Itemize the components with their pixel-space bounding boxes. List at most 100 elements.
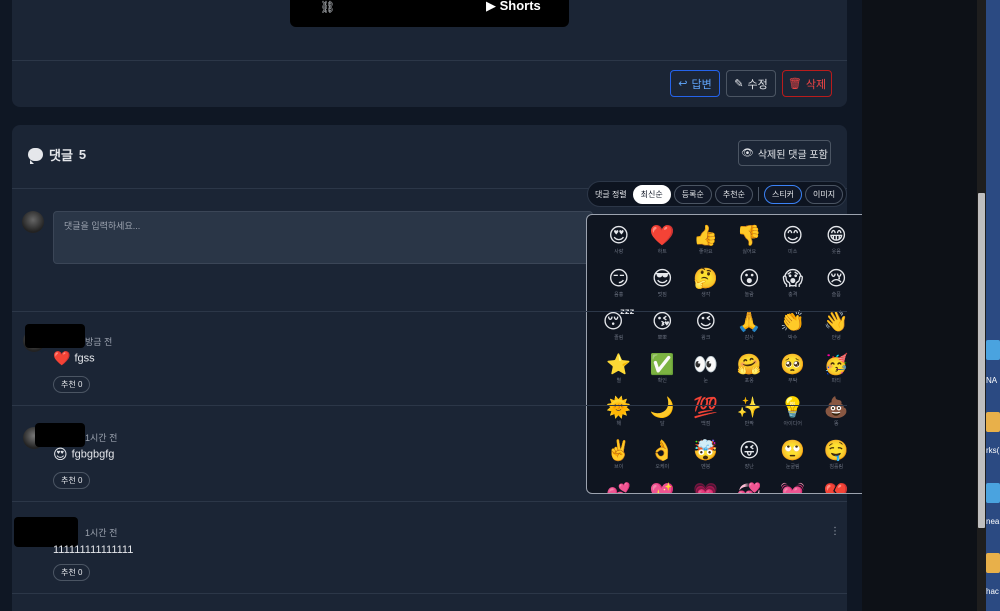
eye-icon: 👁 (741, 147, 754, 159)
reply-button[interactable]: ↩ 답변 (670, 70, 720, 97)
sticker-item[interactable]: 💖 (641, 481, 685, 493)
sticker-item[interactable]: 😍 사랑 (597, 223, 641, 266)
sticker-name: 눈굴림 (785, 464, 800, 470)
sticker-item[interactable]: 👌 오케이 (641, 438, 685, 481)
sticker-item[interactable]: 😮 놀람 (728, 266, 772, 309)
edit-button[interactable]: ✎ 수정 (726, 70, 776, 97)
sticker-item[interactable]: 😁 웃음 (815, 223, 859, 266)
sticker-item[interactable]: 💯 백점 (684, 395, 728, 438)
delete-button[interactable]: 🗑 삭제 (782, 70, 832, 97)
sticker-item[interactable]: 😘 뽀뽀 (641, 309, 685, 352)
shorts-badge: ▶ Shorts (486, 0, 541, 13)
sticker-item[interactable]: 🙏 감사 (728, 309, 772, 352)
desktop-icon[interactable] (986, 340, 1000, 360)
sticker-item[interactable]: ✌️ 브이 (597, 438, 641, 481)
sticker-emoji: 💯 (693, 395, 719, 419)
desktop-icon-label: NA (986, 376, 998, 385)
sticker-name: 장난 (744, 464, 754, 470)
desktop-icon-label: hac (986, 587, 999, 596)
sticker-item[interactable]: 😉 윙크 (684, 309, 728, 352)
sticker-toggle[interactable]: 스티커 (763, 184, 803, 204)
comments-count: 5 (78, 147, 87, 162)
sticker-emoji: 👍 (693, 223, 719, 247)
sticker-item[interactable]: 🌙 달 (641, 395, 685, 438)
sticker-name: 파티 (831, 378, 841, 384)
sticker-item[interactable]: ⭐ 별 (597, 352, 641, 395)
sticker-name: 안녕 (831, 335, 841, 341)
sticker-emoji: 🤗 (736, 352, 762, 376)
window-scrollbar[interactable] (977, 0, 986, 611)
sticker-item[interactable]: 👋 안녕 (815, 309, 859, 352)
sticker-item[interactable]: 🤯 멘붕 (684, 438, 728, 481)
more-options-icon[interactable]: ⋮ (830, 526, 840, 537)
sticker-item[interactable]: ✅ 확인 (641, 352, 685, 395)
sticker-name: 아이디어 (783, 421, 802, 427)
sticker-item[interactable]: 😎 멋짐 (641, 266, 685, 309)
sticker-item[interactable]: 🙄 눈굴림 (771, 438, 815, 481)
comment-input[interactable]: 댓글을 입력하세요... (53, 211, 593, 264)
video-embed[interactable]: ⛓ ▶ Shorts (290, 0, 569, 27)
sticker-emoji: 🤔 (693, 266, 719, 290)
sticker-item[interactable]: 😜 장난 (728, 438, 772, 481)
sticker-emoji: 🤤 (823, 438, 849, 462)
sticker-name: 확인 (657, 378, 667, 384)
window-scroll-thumb[interactable] (978, 193, 985, 528)
recommend-button[interactable]: 추천 0 (53, 564, 91, 581)
sticker-item[interactable]: 🤔 생각 (684, 266, 728, 309)
sticker-item[interactable]: 💕 (597, 481, 641, 493)
sticker-item[interactable]: 💓 (771, 481, 815, 493)
recommend-button[interactable]: 추천 0 (53, 472, 91, 489)
sticker-item[interactable]: 😱 충격 (771, 266, 815, 309)
sort-recommended[interactable]: 추천순 (714, 184, 753, 204)
sticker-name: 음흉 (614, 292, 624, 298)
sticker-item[interactable]: 😊 미소 (771, 223, 815, 266)
sticker-item[interactable]: 💔 (815, 481, 859, 493)
sticker-emoji: 😜 (738, 438, 760, 462)
sticker-emoji: 😉 (695, 309, 717, 333)
sort-registered[interactable]: 등록순 (673, 184, 712, 204)
sticker-emoji: 👎 (736, 223, 762, 247)
folder-icon[interactable] (986, 553, 1000, 573)
sticker-item[interactable]: 💞 (728, 481, 772, 494)
sticker-item[interactable]: 🤗 포옹 (728, 352, 772, 395)
show-deleted-button[interactable]: 👁 삭제된 댓글 포함 (738, 140, 831, 166)
sticker-item[interactable]: 💡 아이디어 (771, 395, 815, 438)
sticker-item[interactable]: 🤤 침흘림 (815, 438, 859, 481)
sticker-item[interactable]: ❤️ 하트 (641, 223, 685, 266)
folder-icon[interactable] (986, 412, 1000, 432)
sticker-item[interactable]: 😢 슬픔 (815, 266, 859, 309)
sticker-name: 반짝 (744, 421, 754, 427)
sticker-item[interactable]: 👎 싫어요 (728, 223, 772, 266)
sticker-item[interactable]: 🌞 해 (597, 395, 641, 438)
sticker-item[interactable]: ✨ 반짝 (728, 395, 772, 438)
sticker-item[interactable]: 🥳 파티 (815, 352, 859, 395)
sticker-emoji: ⭐ (606, 352, 632, 376)
sticker-item[interactable]: 👀 눈 (684, 352, 728, 395)
sticker-item[interactable]: 😴 졸림 (597, 309, 641, 352)
sticker-emoji: 😢 (825, 266, 847, 290)
image-toggle[interactable]: 이미지 (805, 184, 844, 204)
delete-label: 삭제 (805, 78, 827, 91)
sticker-item[interactable]: 💩 똥 (815, 395, 859, 438)
recommend-button[interactable]: 추천 0 (53, 376, 91, 393)
sticker-emoji: 😍 (608, 223, 630, 247)
sticker-name: 백점 (701, 421, 711, 427)
sort-latest[interactable]: 최신순 (632, 184, 671, 204)
sticker-emoji: 💞 (736, 481, 762, 494)
sticker-name: 눈 (703, 378, 709, 384)
sticker-name: 감사 (744, 335, 754, 341)
comment-time: 1시간 전 (85, 433, 118, 443)
sticker-name: 박수 (788, 335, 798, 341)
sticker-item[interactable]: 💗 (684, 481, 728, 493)
pencil-icon: ✎ (734, 78, 744, 90)
sticker-emoji: ✌️ (606, 438, 632, 462)
reply-label: 답변 (691, 78, 712, 91)
sticker-item[interactable]: 👍 좋아요 (684, 223, 728, 266)
sticker-emoji: 😴 (602, 309, 635, 333)
comment-time: 방금 전 (85, 337, 113, 347)
sticker-item[interactable]: 😏 음흉 (597, 266, 641, 309)
desktop-icon[interactable] (986, 483, 1000, 503)
sticker-item[interactable]: 🥺 부탁 (771, 352, 815, 395)
sticker-item[interactable]: 👏 박수 (771, 309, 815, 352)
sticker-name: 싫어요 (742, 249, 757, 255)
